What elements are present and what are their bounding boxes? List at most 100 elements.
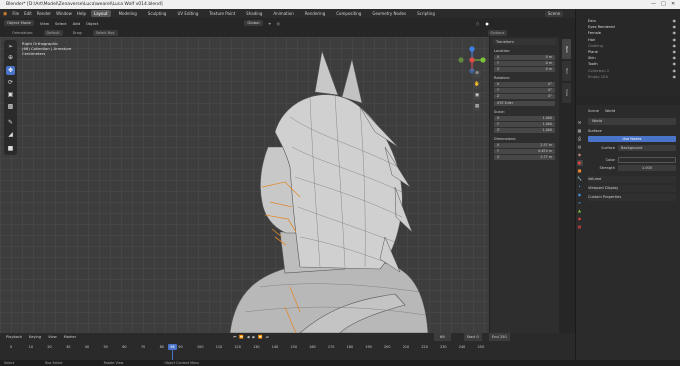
eye-icon[interactable]: ◉ <box>673 74 677 80</box>
start-frame-field[interactable]: Start 0 <box>463 333 482 341</box>
menu-add[interactable]: Add <box>73 21 80 26</box>
grid-view-icon[interactable]: ▦ <box>473 103 481 111</box>
rotation-z-field[interactable]: Z 0° <box>494 94 555 99</box>
timeline-menu-playback[interactable]: Playback <box>6 333 22 341</box>
scale-y-field[interactable]: Y 1.000 <box>494 122 555 127</box>
menu-file[interactable]: File <box>12 11 19 16</box>
status-box-select: Box Select <box>45 361 63 365</box>
menu-select[interactable]: Select <box>55 21 67 26</box>
transform-panel-header[interactable]: Transform <box>493 39 556 45</box>
overlays-icon[interactable]: ○ <box>476 21 479 26</box>
color-swatch[interactable] <box>618 157 676 163</box>
timeline-menu-view[interactable]: View <box>48 333 57 341</box>
dimensions-x-field[interactable]: X 2.57 m <box>494 143 555 148</box>
tab-geometry-nodes[interactable]: Geometry Nodes <box>369 10 409 17</box>
tab-sculpting[interactable]: Sculpting <box>145 10 170 17</box>
rotate-tool-icon[interactable]: ⟳ <box>6 78 15 87</box>
viewport-display-section-header[interactable]: Viewport Display <box>588 185 676 192</box>
render-tab-icon[interactable]: ▩ <box>577 128 583 134</box>
tool-settings-tab-icon[interactable]: ⚒ <box>577 120 583 126</box>
tab-scripting[interactable]: Scripting <box>414 10 438 17</box>
scale-z-field[interactable]: Z 1.000 <box>494 128 555 133</box>
close-icon[interactable]: ✕ <box>671 0 675 9</box>
dimensions-y-field[interactable]: Y 0.674 m <box>494 149 555 154</box>
rotation-x-field[interactable]: X 0° <box>494 82 555 87</box>
menu-help[interactable]: Help <box>77 11 86 16</box>
outliner-item-empty[interactable]: Empty CEA ◉ <box>576 74 680 80</box>
tab-layout[interactable]: Layout <box>90 10 111 17</box>
snap-icon[interactable]: ⌖ <box>269 21 271 26</box>
object-tab-icon[interactable]: ■ <box>577 168 583 174</box>
transform-tool-icon[interactable]: ▩ <box>6 102 15 111</box>
location-z-field[interactable]: Z0 m <box>494 67 555 72</box>
menu-object[interactable]: Object <box>86 21 98 26</box>
camera-view-icon[interactable]: ▣ <box>473 92 481 100</box>
world-tab-icon[interactable]: ● <box>576 160 583 166</box>
end-frame-field[interactable]: End 250 <box>488 333 510 341</box>
scale-x-field[interactable]: X 1.000 <box>494 116 555 121</box>
material-tab-icon[interactable]: ◉ <box>577 216 583 222</box>
mode-selector[interactable]: Object Mode <box>4 20 34 26</box>
constraints-tab-icon[interactable]: ∞ <box>577 200 583 206</box>
tab-view[interactable]: View <box>562 83 571 103</box>
data-tab-icon[interactable]: ▲ <box>577 208 583 214</box>
scale-tool-icon[interactable]: ▣ <box>6 90 15 99</box>
use-nodes-button[interactable]: Use Nodes <box>588 136 676 142</box>
world-datablock[interactable]: World <box>588 118 676 125</box>
timeline-menu-keying[interactable]: Keying <box>29 333 41 341</box>
tab-modeling[interactable]: Modeling <box>116 10 140 17</box>
current-frame-field[interactable]: 66 <box>434 333 451 341</box>
tab-compositing[interactable]: Compositing <box>333 10 364 17</box>
scene-selector[interactable]: Scene <box>544 10 564 17</box>
drag-selector[interactable]: Select Box <box>92 29 118 36</box>
cursor-tool-icon[interactable]: ⊕ <box>6 53 15 62</box>
menu-edit[interactable]: Edit <box>24 11 32 16</box>
pan-hand-icon[interactable]: ✋ <box>473 81 481 89</box>
menu-window[interactable]: Window <box>56 11 72 16</box>
options-dropdown[interactable]: Options <box>487 29 508 36</box>
solid-shading-icon[interactable]: ● <box>485 21 488 26</box>
tab-rendering[interactable]: Rendering <box>302 10 328 17</box>
strength-field[interactable]: 1.000 <box>618 165 676 171</box>
rotation-mode-selector[interactable]: XYZ Euler <box>494 101 555 106</box>
volume-section-header[interactable]: Volume <box>588 176 676 183</box>
surface-section-header[interactable]: Surface <box>588 128 676 134</box>
properties-search[interactable] <box>576 97 680 105</box>
transform-orientation-selector[interactable]: Global <box>244 20 263 26</box>
output-tab-icon[interactable]: ⎙ <box>577 136 583 142</box>
blender-logo-icon[interactable]: ◉ <box>3 11 7 17</box>
maximize-icon[interactable]: □ <box>661 0 666 9</box>
tab-animation[interactable]: Animation <box>270 10 296 17</box>
tab-item[interactable]: Item <box>562 39 571 59</box>
menu-view[interactable]: View <box>40 21 49 26</box>
particles-tab-icon[interactable]: • <box>577 184 583 190</box>
texture-tab-icon[interactable]: ▦ <box>577 224 583 230</box>
dimensions-z-field[interactable]: Z 2.77 m <box>494 155 555 160</box>
location-y-field[interactable]: Y0 m <box>494 61 555 66</box>
add-cube-tool-icon[interactable]: ■ <box>6 144 15 153</box>
tab-tool[interactable]: Tool <box>562 61 571 81</box>
measure-tool-icon[interactable]: ◢ <box>6 130 15 139</box>
scene-tab-icon[interactable]: ◆ <box>577 152 583 158</box>
tab-shading[interactable]: Shading <box>243 10 265 17</box>
tweak-tool-icon[interactable]: ➢ <box>6 42 15 51</box>
orientation-selector[interactable]: Default <box>43 29 63 36</box>
move-tool-icon[interactable]: ✥ <box>6 66 15 75</box>
view-layer-tab-icon[interactable]: ▤ <box>577 144 583 150</box>
minimize-icon[interactable]: — <box>651 0 656 9</box>
surface-shader-selector[interactable]: Background <box>618 145 676 151</box>
modifiers-tab-icon[interactable]: 🔧 <box>577 176 583 182</box>
custom-properties-section-header[interactable]: Custom Properties <box>588 194 676 201</box>
tab-uv-editing[interactable]: UV Editing <box>174 10 201 17</box>
rotation-y-field[interactable]: Y 0° <box>494 88 555 93</box>
timeline-menu-marker[interactable]: Marker <box>64 333 76 341</box>
menu-render[interactable]: Render <box>37 11 51 16</box>
location-x-field[interactable]: X0 m <box>494 55 555 60</box>
proportional-edit-icon[interactable]: ◎ <box>277 21 280 26</box>
physics-tab-icon[interactable]: ◉ <box>577 192 583 198</box>
zoom-icon[interactable]: ⊕ <box>473 70 481 78</box>
world-breadcrumb: World <box>604 109 616 113</box>
tab-texture-paint[interactable]: Texture Paint <box>206 10 238 17</box>
playback-controls[interactable]: ⏮⏪◀▶⏩⏭ <box>233 333 272 341</box>
annotate-tool-icon[interactable]: ✎ <box>6 118 15 127</box>
